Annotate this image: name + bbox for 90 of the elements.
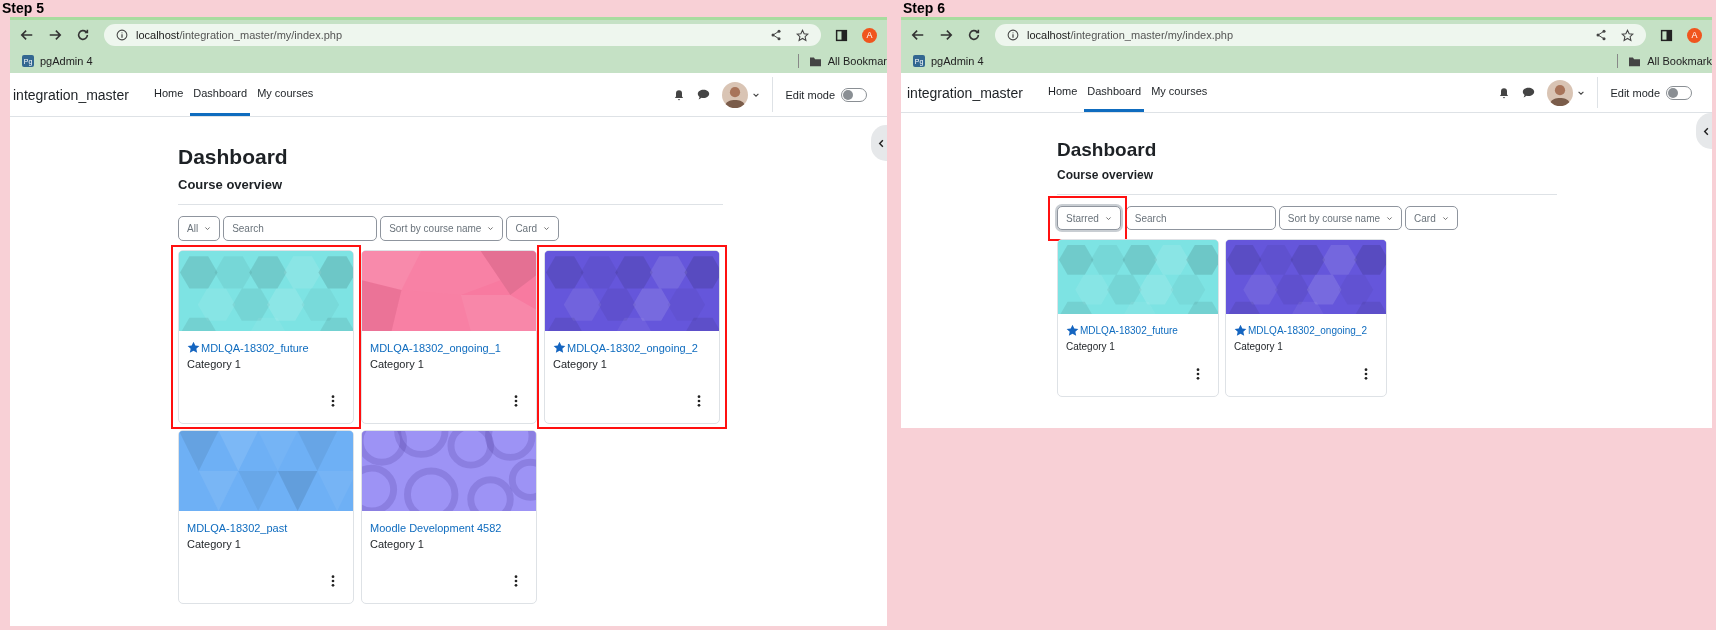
url-text: localhost/integration_master/my/index.php (1027, 29, 1235, 41)
filter-dropdown[interactable]: Card (506, 216, 560, 241)
site-name[interactable]: integration_master (13, 86, 129, 103)
all-bookmarks-link[interactable]: All Bookmark (1647, 55, 1712, 67)
course-link[interactable]: MDLQA-18302_future (201, 341, 309, 354)
more-options-icon[interactable] (514, 575, 518, 587)
course-link[interactable]: Moodle Development 4582 (370, 521, 502, 534)
nav-tab[interactable]: My courses (254, 73, 317, 116)
notification-bell-icon[interactable] (1498, 86, 1511, 99)
url-text: localhost/integration_master/my/index.php (136, 29, 344, 41)
address-bar[interactable]: localhost/integration_master/my/index.php (995, 24, 1646, 46)
site-name[interactable]: integration_master (907, 84, 1023, 101)
search-field[interactable]: Search (223, 216, 378, 241)
more-options-icon[interactable] (1196, 368, 1200, 380)
bookmark-link[interactable]: pgAdmin 4 (931, 55, 984, 67)
course-category: Category 1 (1066, 341, 1116, 352)
step-label: Step 6 (902, 0, 946, 17)
course-category: Category 1 (187, 358, 242, 370)
course-link[interactable]: MDLQA-18302_ongoing_1 (370, 341, 501, 354)
page-title: Dashboard (1057, 139, 1158, 162)
course-link[interactable]: MDLQA-18302_past (187, 521, 288, 534)
course-card[interactable]: MDLQA-18302_future Category 1 (178, 250, 354, 424)
nav-tab[interactable]: Dashboard (1084, 73, 1145, 112)
forward-icon[interactable] (939, 28, 953, 42)
search-field[interactable]: Search (1125, 206, 1276, 230)
course-card[interactable]: Moodle Development 4582 Category 1 (361, 430, 537, 604)
caret-icon (1386, 214, 1394, 222)
section-title: Course overview (178, 177, 284, 192)
page-title: Dashboard (178, 145, 289, 170)
course-category: Category 1 (370, 358, 425, 370)
course-card[interactable]: MDLQA-18302_past Category 1 (178, 430, 354, 604)
caret-icon (1104, 214, 1112, 222)
bookmark-star-icon[interactable] (1621, 28, 1634, 42)
nav-tab[interactable]: Home (1044, 73, 1081, 112)
nav-tab[interactable]: Dashboard (190, 73, 251, 116)
section-title: Course overview (1057, 168, 1155, 182)
forward-icon[interactable] (48, 28, 62, 42)
caret-icon (1441, 214, 1449, 222)
chat-bubble-icon[interactable] (697, 88, 711, 101)
filter-dropdown[interactable]: Sort by course name (380, 216, 504, 241)
reload-icon[interactable] (967, 28, 981, 42)
step-label: Step 5 (1, 0, 45, 17)
more-options-icon[interactable] (331, 575, 335, 587)
filter-dropdown[interactable]: Sort by course name (1278, 206, 1403, 230)
course-category: Category 1 (370, 538, 425, 550)
course-link[interactable]: MDLQA-18302_future (1080, 325, 1178, 336)
chevron-left-icon (1702, 126, 1711, 136)
course-card[interactable]: MDLQA-18302_ongoing_1 Category 1 (361, 250, 537, 424)
course-category: Category 1 (187, 538, 242, 550)
more-options-icon[interactable] (1364, 368, 1368, 380)
course-category: Category 1 (553, 358, 608, 370)
chat-bubble-icon[interactable] (1522, 86, 1536, 99)
info-icon[interactable] (1007, 29, 1019, 41)
course-card[interactable]: MDLQA-18302_future Category 1 (1057, 239, 1219, 397)
side-panel-icon[interactable] (1660, 28, 1673, 42)
share-icon[interactable] (770, 29, 782, 41)
caret-icon (487, 225, 495, 232)
back-icon[interactable] (20, 28, 34, 42)
caret-icon (543, 225, 551, 232)
caret-icon (204, 225, 212, 232)
share-icon[interactable] (1595, 29, 1607, 41)
user-avatar[interactable] (722, 81, 749, 108)
reload-icon[interactable] (76, 28, 90, 42)
nav-tab[interactable]: Home (150, 73, 187, 116)
nav-tab[interactable]: My courses (1148, 73, 1211, 112)
bookmark-link[interactable]: pgAdmin 4 (40, 55, 93, 67)
notification-bell-icon[interactable] (673, 88, 686, 101)
more-options-icon[interactable] (331, 395, 335, 407)
address-bar[interactable]: localhost/integration_master/my/index.php (104, 24, 821, 46)
all-bookmarks-link[interactable]: All Bookmar (827, 55, 887, 67)
user-avatar[interactable] (1547, 79, 1574, 106)
chevron-left-icon (877, 138, 886, 148)
course-link[interactable]: MDLQA-18302_ongoing_2 (567, 341, 698, 354)
filter-dropdown[interactable]: Card (1405, 206, 1458, 230)
bookmark-star-icon[interactable] (796, 28, 809, 42)
course-link[interactable]: MDLQA-18302_ongoing_2 (1248, 325, 1367, 336)
folder-icon[interactable] (808, 55, 822, 67)
more-options-icon[interactable] (514, 395, 518, 407)
folder-icon[interactable] (1628, 55, 1642, 67)
info-icon[interactable] (116, 29, 128, 41)
side-panel-icon[interactable] (835, 28, 848, 42)
back-icon[interactable] (911, 28, 925, 42)
filter-dropdown[interactable]: All (178, 216, 221, 241)
filter-dropdown[interactable]: Starred (1057, 206, 1121, 230)
edit-mode-label: Edit mode (1610, 86, 1660, 99)
edit-mode-label: Edit mode (785, 88, 835, 101)
course-card[interactable]: MDLQA-18302_ongoing_2 Category 1 (544, 250, 720, 424)
more-options-icon[interactable] (697, 395, 701, 407)
course-card[interactable]: MDLQA-18302_ongoing_2 Category 1 (1225, 239, 1387, 397)
course-category: Category 1 (1234, 341, 1284, 352)
